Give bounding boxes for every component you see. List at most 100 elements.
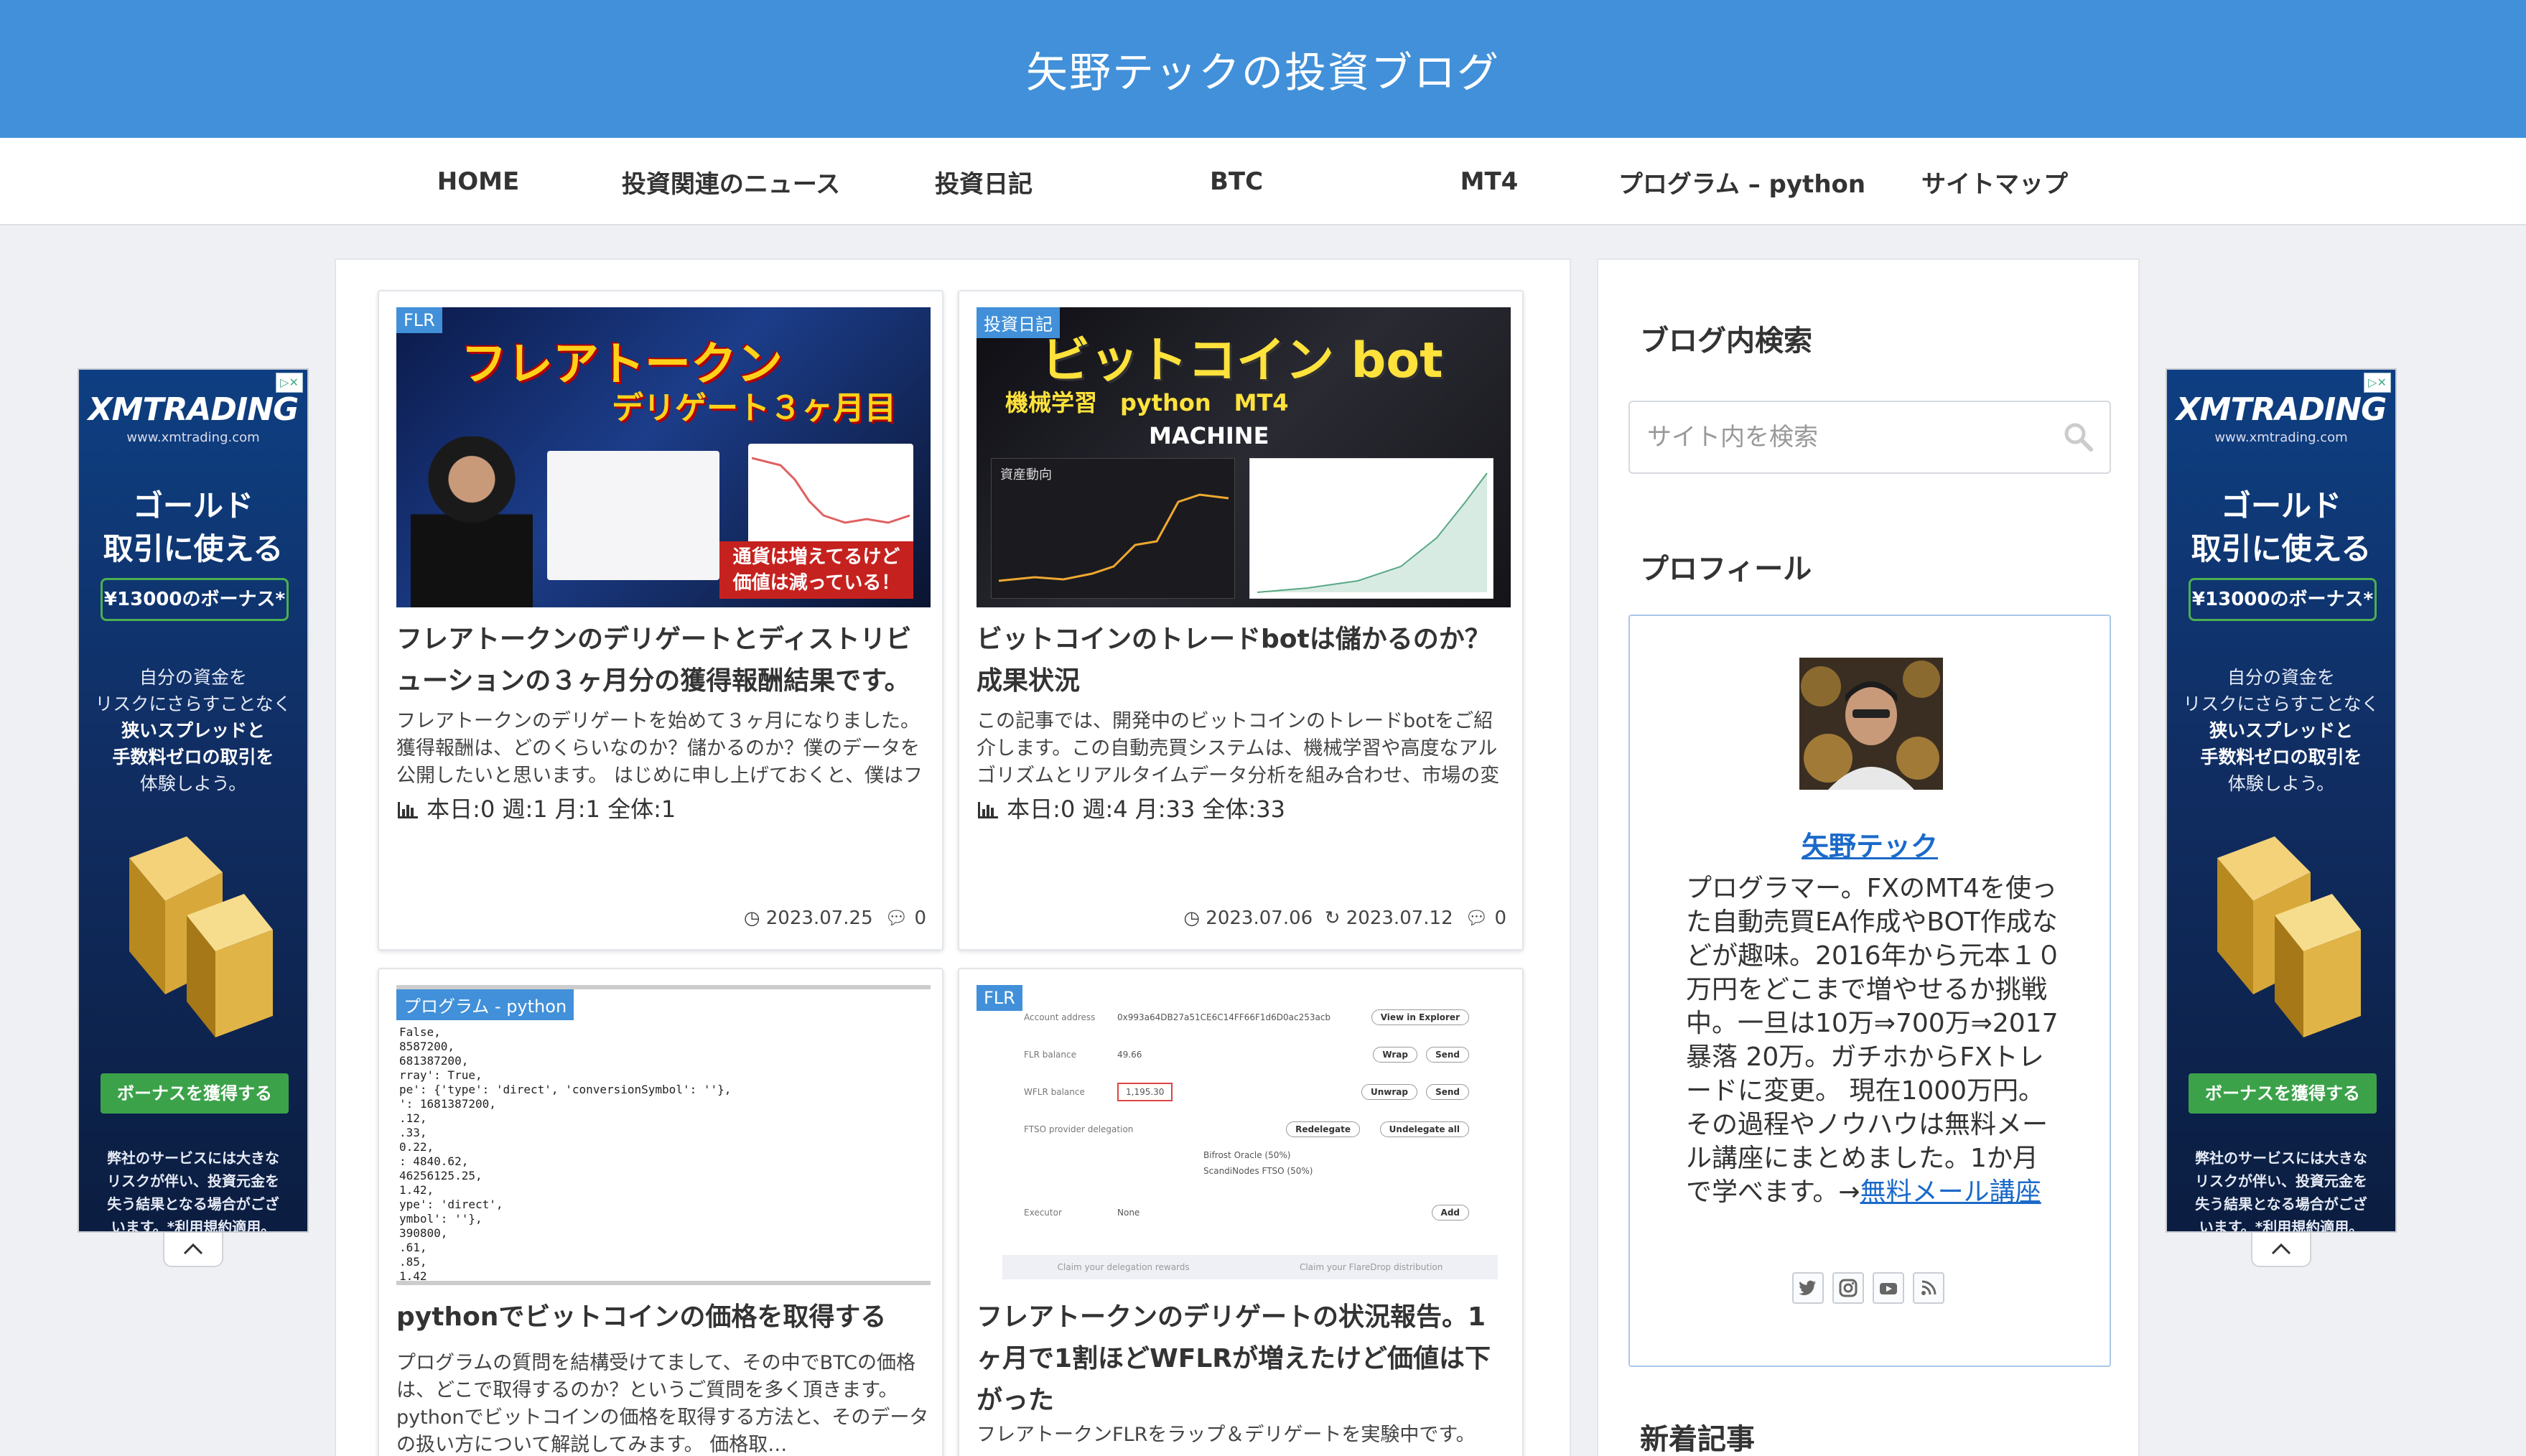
pv-stats-text: 本日:0 週:1 月:1 全体:1 bbox=[427, 795, 676, 823]
profile-widget-title: プロフィール bbox=[1640, 553, 1812, 586]
ad-headline: ゴールド 取引に使える bbox=[2167, 485, 2395, 571]
code-line: False, bbox=[399, 1025, 441, 1039]
profile-box: 矢野テック プログラマー。FXのMT4を使った自動売買EA作成やBOT作成などが… bbox=[1628, 615, 2111, 1367]
category-label[interactable]: プログラム - python bbox=[396, 989, 574, 1020]
wallet-ui-label: FTSO provider delegation bbox=[1024, 1124, 1134, 1134]
ad-cta-button[interactable]: ボーナスを獲得する bbox=[101, 1073, 289, 1114]
left-ad-collapse-button[interactable] bbox=[163, 1233, 223, 1267]
price-chart-panel: 資産動向 bbox=[991, 458, 1235, 599]
thumb-chart bbox=[752, 457, 910, 524]
article-excerpt: この記事では、開発中のビットコインのトレードbotをご紹介します。この自動売買シ… bbox=[977, 710, 1500, 787]
wallet-ui-row: FTSO provider delegation Undelegate all Re… bbox=[1002, 1120, 1498, 1142]
ad-body-line: 体験しよう。 bbox=[2227, 773, 2335, 794]
right-ad-banner[interactable]: ▷✕ XMTRADING www.xmtrading.com ゴールド 取引に使… bbox=[2166, 368, 2397, 1233]
profile-name-link[interactable]: 矢野テック bbox=[1630, 824, 2110, 864]
screenshot-panel bbox=[547, 451, 719, 580]
ad-body-line: リスクにさらすことなく bbox=[2183, 694, 2380, 714]
bar-chart-icon bbox=[398, 802, 418, 818]
free-course-link[interactable]: 無料メール講座 bbox=[1860, 1177, 2041, 1207]
code-line: 1.42 bbox=[399, 1269, 427, 1283]
comment-icon: 💬︎ bbox=[1458, 907, 1489, 929]
ad-body-line: 手数料ゼロの取引を bbox=[2200, 747, 2362, 767]
ad-disclaimer: 弊社のサービスには大きな リスクが伴い、投資元金を 失う結果となる場合がござ い… bbox=[79, 1147, 307, 1233]
instagram-icon bbox=[1839, 1279, 1858, 1297]
nav-btc[interactable]: BTC bbox=[1110, 138, 1363, 225]
wallet-ui-label: WFLR balance bbox=[1024, 1087, 1085, 1097]
ad-headline-line: ゴールド bbox=[2220, 488, 2341, 523]
wallet-ui-row: ScandiNodes FTSO (50%) bbox=[1002, 1162, 1498, 1183]
nav-investment-news[interactable]: 投資関連のニュース bbox=[605, 138, 857, 225]
nav-sitemap[interactable]: サイトマップ bbox=[1868, 138, 2121, 225]
article-title[interactable]: pythonでビットコインの価格を取得する bbox=[396, 1297, 931, 1338]
category-label[interactable]: 投資日記 bbox=[977, 307, 1060, 338]
ad-disclaimer-line: います。*利用規約適用。 bbox=[111, 1218, 276, 1233]
gold-bars-icon bbox=[129, 836, 273, 1037]
wallet-ui-value: Bifrost Oracle (50%) bbox=[1203, 1150, 1291, 1160]
code-line: 0.22, bbox=[399, 1140, 434, 1154]
comment-icon: 💬︎ bbox=[878, 907, 909, 929]
nav-home[interactable]: HOME bbox=[352, 138, 605, 225]
thumb-tags: 機械学習 python MT4 bbox=[1005, 389, 1289, 416]
wallet-ui-row: FLR balance 49.66 Send Wrap bbox=[1002, 1045, 1498, 1067]
wallet-ui-value: 1,195.30 bbox=[1117, 1083, 1173, 1101]
code-line: pe': {'type': 'direct', 'conversionSymbo… bbox=[399, 1083, 732, 1096]
article-thumbnail[interactable]: プログラム - python False, 8587200, 681387200, r… bbox=[396, 985, 931, 1285]
ad-disclaimer-line: 弊社のサービスには大きな bbox=[2195, 1149, 2367, 1167]
adchoices-icon[interactable]: ▷✕ bbox=[276, 373, 303, 393]
youtube-icon bbox=[1880, 1283, 1897, 1294]
nav-investment-diary[interactable]: 投資日記 bbox=[857, 138, 1110, 225]
ad-body-line: 狭いスプレッドと bbox=[2209, 720, 2353, 741]
main-content: FLR フレアトークン デリゲート３ヶ月目 通貨は増えてるけど 価値は減っている… bbox=[335, 258, 1571, 1456]
article-thumbnail[interactable]: FLR Account address 0x993a64DB27a51CE6C14… bbox=[977, 985, 1511, 1285]
search-icon[interactable] bbox=[2062, 421, 2094, 452]
code-line: 8587200, bbox=[399, 1040, 455, 1053]
wallet-ui-value: None bbox=[1117, 1208, 1140, 1218]
article-meta: ◷ 2023.07.06 ↻ 2023.07.12 💬︎ 0 bbox=[1183, 907, 1506, 929]
article-title[interactable]: フレアトークンのデリゲートとディストリビューションの３ヶ月分の獲得報酬結果です。 bbox=[396, 619, 931, 702]
article-title[interactable]: ビットコインのトレードbotは儲かるのか？成果状況 bbox=[977, 619, 1511, 702]
code-line: .85, bbox=[399, 1255, 427, 1269]
ad-url: www.xmtrading.com bbox=[126, 430, 260, 445]
article-card[interactable]: FLR フレアトークン デリゲート３ヶ月目 通貨は増えてるけど 価値は減っている… bbox=[378, 290, 943, 951]
article-thumbnail[interactable]: 投資日記 ビットコイン bot 機械学習 python MT4 MACHINE … bbox=[977, 307, 1511, 607]
search-box bbox=[1628, 401, 2111, 474]
growth-chart-panel bbox=[1249, 458, 1493, 599]
article-card[interactable]: 投資日記 ビットコイン bot 機械学習 python MT4 MACHINE … bbox=[958, 290, 1524, 951]
ad-bonus-badge: ¥13000のボーナス* bbox=[2189, 578, 2377, 621]
category-label[interactable]: FLR bbox=[977, 985, 1022, 1011]
article-card[interactable]: プログラム - python False, 8587200, 681387200, r… bbox=[378, 968, 943, 1456]
code-line: .61, bbox=[399, 1241, 427, 1254]
ad-brand: XMTRADING bbox=[2176, 391, 2387, 428]
youtube-button[interactable] bbox=[1873, 1272, 1904, 1304]
category-label[interactable]: FLR bbox=[396, 307, 442, 333]
nav-program-python[interactable]: プログラム – python bbox=[1616, 138, 1868, 225]
left-ad-banner[interactable]: ▷✕ XMTRADING www.xmtrading.com ゴールド 取引に使… bbox=[78, 368, 309, 1233]
wallet-ui-button: Unwrap bbox=[1361, 1084, 1417, 1100]
ad-disclaimer-line: 失う結果となる場合がござ bbox=[2195, 1195, 2367, 1213]
right-ad-collapse-button[interactable] bbox=[2251, 1233, 2311, 1267]
instagram-button[interactable] bbox=[1832, 1272, 1864, 1304]
chevron-up-icon bbox=[183, 1243, 203, 1255]
chart-panel-label: 資産動向 bbox=[1000, 467, 1052, 482]
search-input[interactable] bbox=[1630, 402, 2061, 472]
wallet-ui-button: Wrap bbox=[1373, 1047, 1417, 1063]
site-title[interactable]: 矢野テックの投資ブログ bbox=[1026, 39, 1500, 99]
article-card[interactable]: FLR Account address 0x993a64DB27a51CE6C14… bbox=[958, 968, 1524, 1456]
code-line: .33, bbox=[399, 1126, 427, 1139]
wallet-ui-value: ScandiNodes FTSO (50%) bbox=[1203, 1166, 1313, 1176]
thumb-badge-line: 価値は減っている！ bbox=[732, 572, 900, 594]
article-title[interactable]: フレアトークンのデリゲートの状況報告。1ヶ月で1割ほどWFLRが増えたけど価値は… bbox=[977, 1297, 1511, 1422]
post-date: 2023.07.06 bbox=[1206, 907, 1313, 929]
rss-button[interactable] bbox=[1913, 1272, 1944, 1304]
adchoices-icon[interactable]: ▷✕ bbox=[2364, 373, 2391, 393]
wallet-ui-row: WFLR balance 1,195.30 Send Unwrap bbox=[1002, 1083, 1498, 1104]
nav-mt4[interactable]: MT4 bbox=[1363, 138, 1616, 225]
ad-cta-button[interactable]: ボーナスを獲得する bbox=[2189, 1073, 2377, 1114]
article-thumbnail[interactable]: FLR フレアトークン デリゲート３ヶ月目 通貨は増えてるけど 価値は減っている… bbox=[396, 307, 931, 607]
twitter-button[interactable] bbox=[1792, 1272, 1824, 1304]
article-excerpt: プログラムの質問を結構受けてまして、その中でBTCの価格は、どこで取得するのか？… bbox=[396, 1352, 929, 1456]
ad-headline-line: 取引に使える bbox=[2191, 531, 2372, 566]
ad-disclaimer-line: います。*利用規約適用。 bbox=[2199, 1218, 2364, 1233]
thumb-badge-line: 通貨は増えてるけど bbox=[732, 546, 900, 568]
ad-bonus-badge: ¥13000のボーナス* bbox=[101, 578, 289, 621]
